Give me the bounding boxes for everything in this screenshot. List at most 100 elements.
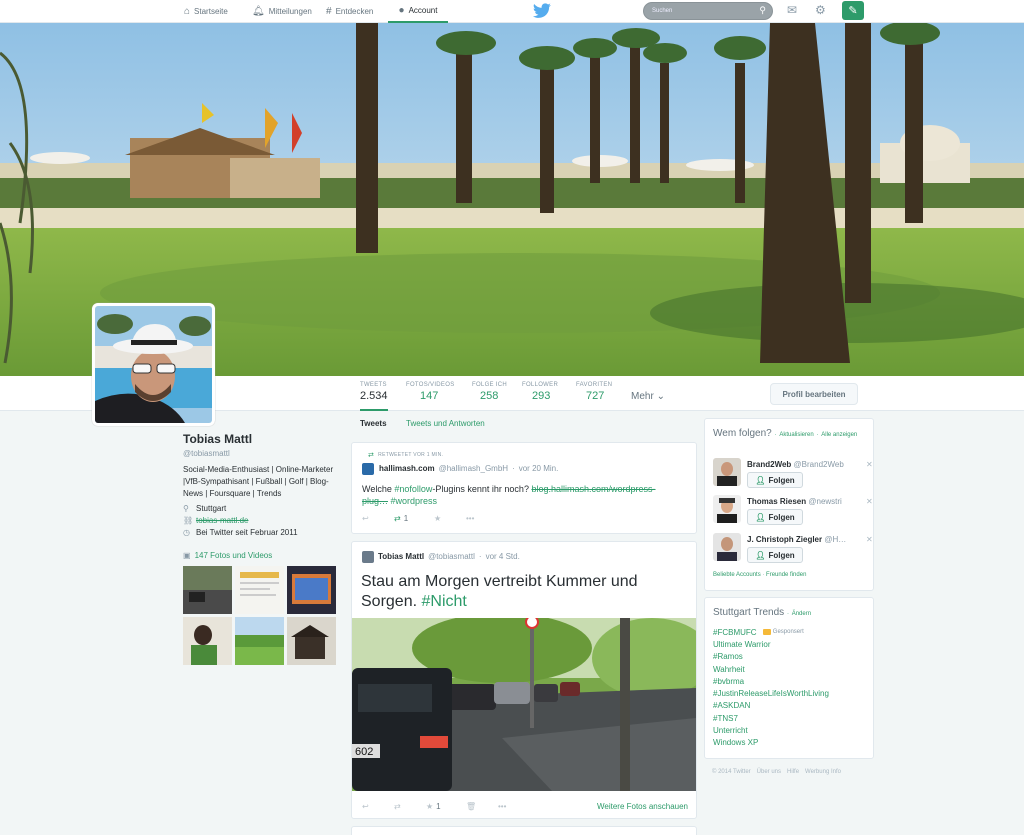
footer-help-link[interactable]: Hilfe xyxy=(787,769,799,775)
clock-icon: ◷ xyxy=(183,528,190,537)
stat-followers-value: 293 xyxy=(532,390,551,402)
suggestion-avatar[interactable] xyxy=(713,533,741,561)
stat-followers[interactable]: FOLLOWER 293 xyxy=(522,382,558,402)
stat-photos[interactable]: FOTOS/VIDEOS 147 xyxy=(406,382,455,402)
tab-tweets[interactable]: Tweets xyxy=(360,419,387,428)
compose-tweet-button[interactable]: ✎ xyxy=(842,1,864,20)
trend-item[interactable]: Unterricht xyxy=(713,726,748,735)
footer-ads-link[interactable]: Werbung Info xyxy=(805,769,841,775)
popular-accounts-link[interactable]: Beliebte Accounts xyxy=(713,572,761,578)
tweet-card[interactable] xyxy=(351,826,697,835)
link-icon: ⛓ xyxy=(183,516,194,525)
tweet-hashtag[interactable]: #nofollow xyxy=(394,484,432,494)
reply-icon[interactable]: ↩ xyxy=(362,802,394,811)
find-friends-link[interactable]: Freunde finden xyxy=(766,572,806,578)
profile-website-link[interactable]: tobias-mattl.de xyxy=(196,516,248,525)
tweet-author-avatar[interactable] xyxy=(362,551,374,563)
twitter-bird-icon[interactable] xyxy=(532,3,552,19)
nav-discover[interactable]: # Entdecken xyxy=(326,0,373,23)
search-icon[interactable]: ⚲ xyxy=(759,5,766,16)
nav-notifications[interactable]: 🔔︎ Mitteilungen xyxy=(252,0,312,23)
tweet-link[interactable]: blog.hallimash.com/wordpress- xyxy=(531,484,655,494)
trend-item[interactable]: #bvbrma xyxy=(713,677,744,686)
suggestion-avatar[interactable] xyxy=(713,458,741,486)
suggestion-avatar[interactable] xyxy=(713,495,741,523)
photo-thumbnail[interactable] xyxy=(183,617,232,665)
follow-button[interactable]: 👤︎ Folgen xyxy=(747,509,803,525)
retweet-icon[interactable]: ⇄ xyxy=(394,802,426,811)
photo-thumbnail[interactable] xyxy=(235,566,284,614)
trend-item[interactable]: Wahrheit xyxy=(713,665,745,674)
more-options-icon[interactable]: ••• xyxy=(466,514,474,523)
retweet-note: ⇄ RETWEETET VOR 1 MIN. xyxy=(368,451,443,459)
stat-photos-value: 147 xyxy=(420,390,439,402)
tweet-link[interactable]: plug… xyxy=(362,496,388,506)
tweet-hashtag[interactable]: #Nicht xyxy=(421,593,466,610)
follow-button[interactable]: 👤︎ Folgen xyxy=(747,472,803,488)
profile-avatar[interactable] xyxy=(92,303,215,426)
show-all-link[interactable]: Alle anzeigen xyxy=(821,432,857,438)
reply-icon[interactable]: ↩ xyxy=(362,514,394,523)
tweet-hashtag[interactable]: #wordpress xyxy=(391,496,438,506)
nav-home[interactable]: ⌂ Startseite xyxy=(184,0,228,23)
suggestion-name[interactable]: Brand2Web @Brand2Web xyxy=(747,460,844,469)
tweet-author-avatar[interactable] xyxy=(362,463,374,475)
tweet-author-handle[interactable]: @hallimash_GmbH xyxy=(439,464,508,473)
tweet-time[interactable]: vor 20 Min. xyxy=(519,464,559,473)
trend-item[interactable]: #TNS7 xyxy=(713,714,738,723)
nav-account[interactable]: ● Account xyxy=(388,0,448,23)
trend-item[interactable]: #JustinReleaseLifeIsWorthLiving xyxy=(713,689,829,698)
who-to-follow-header: Wem folgen? · Aktualisieren · Alle anzei… xyxy=(713,428,868,441)
trend-item[interactable]: Ultimate Warrior xyxy=(713,640,770,649)
stat-following[interactable]: FOLGE ICH 258 xyxy=(472,382,507,402)
delete-icon[interactable]: 🗑︎ xyxy=(466,802,498,811)
more-dropdown[interactable]: Mehr ⌄ xyxy=(631,391,665,402)
tweet-text-part: Stau am Morgen vertreibt Kummer und Sorg… xyxy=(361,573,638,610)
suggestion-name[interactable]: J. Christoph Ziegler @H… xyxy=(747,535,846,544)
follow-button[interactable]: 👤︎ Folgen xyxy=(747,547,803,563)
photo-thumbnail[interactable] xyxy=(287,617,336,665)
tweet-time[interactable]: vor 4 Std. xyxy=(486,552,520,561)
tweet-author-name[interactable]: Tobias Mattl xyxy=(378,552,424,561)
change-trends-link[interactable]: Ändern xyxy=(792,611,811,617)
dismiss-icon[interactable]: ✕ xyxy=(866,535,873,544)
profile-joined: ◷ Bei Twitter seit Februar 2011 xyxy=(183,528,343,537)
photo-thumbnail[interactable] xyxy=(287,566,336,614)
stat-favorites[interactable]: FAVORITEN 727 xyxy=(576,382,612,402)
favorite-icon[interactable]: ★ xyxy=(434,514,466,523)
trend-item[interactable]: #ASKDAN xyxy=(713,701,750,710)
favorite-action[interactable]: ★ 1 xyxy=(426,802,466,811)
follow-button-label: Folgen xyxy=(768,475,795,485)
suggestion-item: J. Christoph Ziegler @H… 👤︎ Folgen ✕ xyxy=(713,533,873,567)
more-photos-link[interactable]: Weitere Fotos anschauen xyxy=(597,802,688,811)
dismiss-icon[interactable]: ✕ xyxy=(866,497,873,506)
footer-about-link[interactable]: Über uns xyxy=(757,769,781,775)
photo-thumbnail[interactable] xyxy=(183,566,232,614)
tweet-text: Welche #nofollow-Plugins kennt ihr noch?… xyxy=(362,483,687,507)
edit-profile-button[interactable]: Profil bearbeiten xyxy=(770,383,858,405)
tweet-card[interactable]: Tobias Mattl @tobiasmattl · vor 4 Std. S… xyxy=(351,541,697,819)
photo-thumbnail[interactable] xyxy=(235,617,284,665)
trend-item[interactable]: Windows XP xyxy=(713,738,758,747)
more-options-icon[interactable]: ••• xyxy=(498,802,528,811)
tweet-photo[interactable]: 602 xyxy=(352,618,696,791)
messages-icon[interactable]: ✉ xyxy=(787,3,797,17)
compose-icon: ✎ xyxy=(848,5,858,17)
stat-tweets[interactable]: TWEETS 2.534 xyxy=(360,382,388,411)
nav-home-label: Startseite xyxy=(194,7,228,16)
retweet-action[interactable]: ⇄ 1 xyxy=(394,514,434,523)
photos-videos-link[interactable]: ▣ 147 Fotos und Videos xyxy=(183,551,272,560)
trend-item[interactable]: #FCBMUFC Gesponsert xyxy=(713,628,804,637)
search-input[interactable]: Suchen ⚲ xyxy=(643,2,773,20)
dismiss-icon[interactable]: ✕ xyxy=(866,460,873,469)
tab-tweets-and-replies[interactable]: Tweets und Antworten xyxy=(406,419,485,428)
trend-item[interactable]: #Ramos xyxy=(713,652,743,661)
tweet-author-handle[interactable]: @tobiasmattl xyxy=(428,552,475,561)
gear-icon[interactable]: ⚙ xyxy=(815,3,826,17)
thumbnail-image xyxy=(235,617,284,665)
tweet-card[interactable]: ⇄ RETWEETET VOR 1 MIN. hallimash.com @ha… xyxy=(351,442,697,534)
tweet-author-name[interactable]: hallimash.com xyxy=(379,464,435,473)
refresh-link[interactable]: Aktualisieren xyxy=(779,432,813,438)
search-placeholder: Suchen xyxy=(652,8,673,14)
suggestion-name[interactable]: Thomas Riesen @newstri xyxy=(747,497,842,506)
